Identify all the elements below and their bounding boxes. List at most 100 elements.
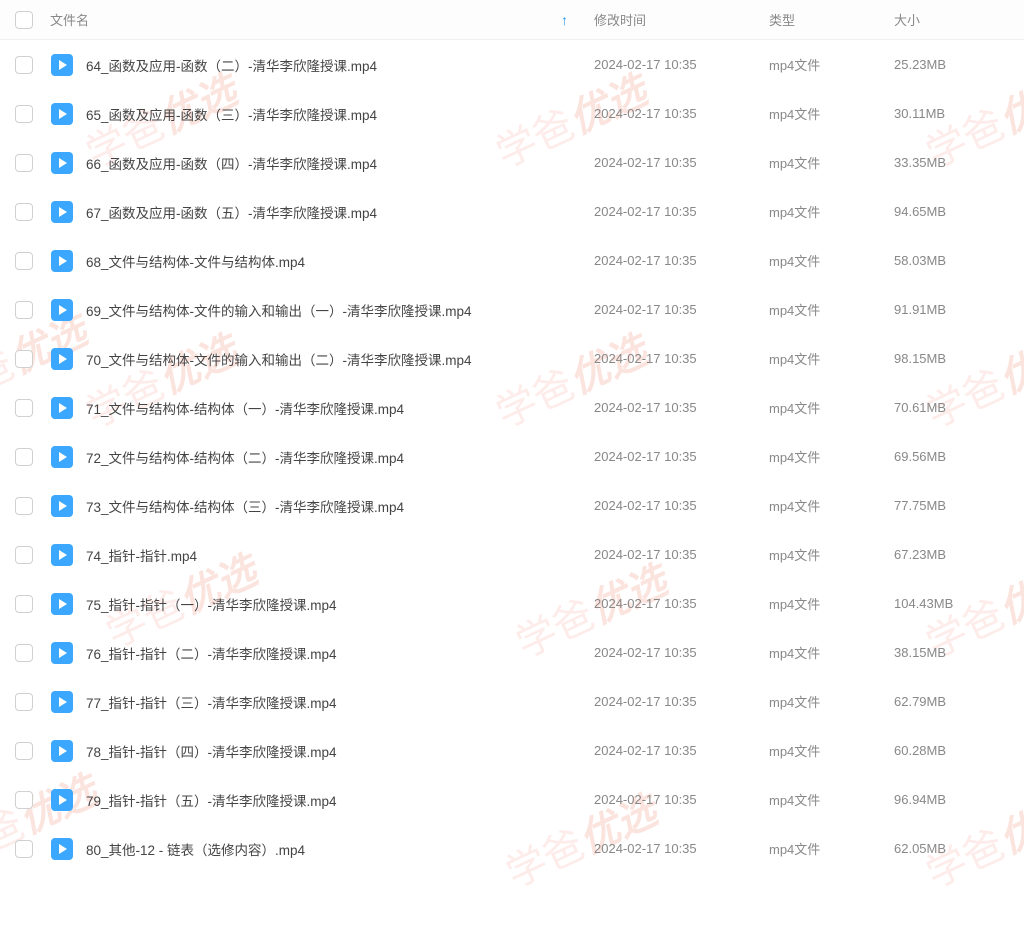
file-date: 2024-02-17 10:35 bbox=[594, 498, 769, 513]
file-date: 2024-02-17 10:35 bbox=[594, 596, 769, 611]
row-checkbox-cell bbox=[15, 350, 50, 368]
file-size: 62.79MB bbox=[894, 694, 1009, 709]
row-checkbox-cell bbox=[15, 56, 50, 74]
file-row[interactable]: 64_函数及应用-函数（二）-清华李欣隆授课.mp42024-02-17 10:… bbox=[0, 40, 1024, 89]
row-checkbox[interactable] bbox=[15, 252, 33, 270]
file-row[interactable]: 75_指针-指针（一）-清华李欣隆授课.mp4 2024-02-17 10:35m… bbox=[0, 579, 1024, 628]
file-name-cell: 79_指针-指针（五）-清华李欣隆授课.mp4 bbox=[50, 788, 594, 812]
file-size: 77.75MB bbox=[894, 498, 1009, 513]
row-checkbox-cell bbox=[15, 301, 50, 319]
file-name-text: 73_文件与结构体-结构体（三）-清华李欣隆授课.mp4 bbox=[86, 496, 404, 516]
file-date: 2024-02-17 10:35 bbox=[594, 351, 769, 366]
video-file-icon bbox=[50, 298, 74, 322]
file-row[interactable]: 77_指针-指针（三）-清华李欣隆授课.mp42024-02-17 10:35m… bbox=[0, 677, 1024, 726]
row-checkbox-cell bbox=[15, 693, 50, 711]
table-header: 文件名 ↑ 修改时间 类型 大小 bbox=[0, 0, 1024, 40]
video-file-icon bbox=[50, 788, 74, 812]
file-size: 60.28MB bbox=[894, 743, 1009, 758]
file-name-cell: 73_文件与结构体-结构体（三）-清华李欣隆授课.mp4 bbox=[50, 494, 594, 518]
column-size-label: 大小 bbox=[894, 13, 920, 28]
video-file-icon bbox=[50, 53, 74, 77]
file-date: 2024-02-17 10:35 bbox=[594, 792, 769, 807]
column-header-date[interactable]: 修改时间 bbox=[594, 10, 769, 29]
file-date: 2024-02-17 10:35 bbox=[594, 841, 769, 856]
file-row[interactable]: 80_其他-12 - 链表（选修内容）.mp42024-02-17 10:35m… bbox=[0, 824, 1024, 873]
file-row[interactable]: 71_文件与结构体-结构体（一）-清华李欣隆授课.mp42024-02-17 1… bbox=[0, 383, 1024, 432]
video-file-icon bbox=[50, 347, 74, 371]
video-file-icon bbox=[50, 445, 74, 469]
row-checkbox[interactable] bbox=[15, 644, 33, 662]
file-size: 91.91MB bbox=[894, 302, 1009, 317]
column-header-name[interactable]: 文件名 ↑ bbox=[50, 10, 594, 29]
file-name-cell: 66_函数及应用-函数（四）-清华李欣隆授课.mp4 bbox=[50, 151, 594, 175]
file-type: mp4文件 bbox=[769, 496, 894, 515]
row-checkbox[interactable] bbox=[15, 742, 33, 760]
row-checkbox-cell bbox=[15, 399, 50, 417]
file-name-cell: 80_其他-12 - 链表（选修内容）.mp4 bbox=[50, 837, 594, 861]
file-type: mp4文件 bbox=[769, 104, 894, 123]
file-name-text: 67_函数及应用-函数（五）-清华李欣隆授课.mp4 bbox=[86, 202, 377, 222]
row-checkbox[interactable] bbox=[15, 105, 33, 123]
file-list-table: 文件名 ↑ 修改时间 类型 大小 64_函数及应用-函数（二）-清华李欣隆授课.… bbox=[0, 0, 1024, 873]
file-name-text: 71_文件与结构体-结构体（一）-清华李欣隆授课.mp4 bbox=[86, 398, 404, 418]
video-file-icon bbox=[50, 494, 74, 518]
file-date: 2024-02-17 10:35 bbox=[594, 155, 769, 170]
file-row[interactable]: 72_文件与结构体-结构体（二）-清华李欣隆授课.mp42024-02-17 1… bbox=[0, 432, 1024, 481]
file-type: mp4文件 bbox=[769, 55, 894, 74]
file-type: mp4文件 bbox=[769, 594, 894, 613]
row-checkbox[interactable] bbox=[15, 595, 33, 613]
file-date: 2024-02-17 10:35 bbox=[594, 302, 769, 317]
file-row[interactable]: 68_文件与结构体-文件与结构体.mp42024-02-17 10:35mp4文… bbox=[0, 236, 1024, 285]
file-size: 62.05MB bbox=[894, 841, 1009, 856]
file-row[interactable]: 70_文件与结构体-文件的输入和输出（二）-清华李欣隆授课.mp42024-02… bbox=[0, 334, 1024, 383]
video-file-icon bbox=[50, 641, 74, 665]
row-checkbox-cell bbox=[15, 742, 50, 760]
file-name-text: 75_指针-指针（一）-清华李欣隆授课.mp4 bbox=[86, 594, 337, 614]
row-checkbox-cell bbox=[15, 546, 50, 564]
file-name-text: 76_指针-指针（二）-清华李欣隆授课.mp4 bbox=[86, 643, 337, 663]
row-checkbox[interactable] bbox=[15, 203, 33, 221]
row-checkbox[interactable] bbox=[15, 154, 33, 172]
file-rows-container: 64_函数及应用-函数（二）-清华李欣隆授课.mp42024-02-17 10:… bbox=[0, 40, 1024, 873]
header-checkbox-cell bbox=[15, 11, 50, 29]
row-checkbox[interactable] bbox=[15, 399, 33, 417]
file-type: mp4文件 bbox=[769, 251, 894, 270]
file-size: 69.56MB bbox=[894, 449, 1009, 464]
file-row[interactable]: 76_指针-指针（二）-清华李欣隆授课.mp42024-02-17 10:35m… bbox=[0, 628, 1024, 677]
file-row[interactable]: 67_函数及应用-函数（五）-清华李欣隆授课.mp4 2024-02-17 10:… bbox=[0, 187, 1024, 236]
row-checkbox[interactable] bbox=[15, 546, 33, 564]
file-row[interactable]: 78_指针-指针（四）-清华李欣隆授课.mp42024-02-17 10:35m… bbox=[0, 726, 1024, 775]
file-type: mp4文件 bbox=[769, 545, 894, 564]
file-size: 58.03MB bbox=[894, 253, 1009, 268]
row-checkbox[interactable] bbox=[15, 791, 33, 809]
file-size: 38.15MB bbox=[894, 645, 1009, 660]
row-checkbox[interactable] bbox=[15, 350, 33, 368]
row-checkbox[interactable] bbox=[15, 497, 33, 515]
file-type: mp4文件 bbox=[769, 349, 894, 368]
file-row[interactable]: 74_指针-指针.mp42024-02-17 10:35mp4文件67.23MB bbox=[0, 530, 1024, 579]
column-header-size[interactable]: 大小 bbox=[894, 10, 1009, 29]
file-size: 25.23MB bbox=[894, 57, 1009, 72]
file-name-cell: 76_指针-指针（二）-清华李欣隆授课.mp4 bbox=[50, 641, 594, 665]
file-row[interactable]: 79_指针-指针（五）-清华李欣隆授课.mp42024-02-17 10:35m… bbox=[0, 775, 1024, 824]
row-checkbox[interactable] bbox=[15, 301, 33, 319]
video-file-icon bbox=[50, 592, 74, 616]
file-date: 2024-02-17 10:35 bbox=[594, 645, 769, 660]
file-row[interactable]: 69_文件与结构体-文件的输入和输出（一）-清华李欣隆授课.mp4 2024-02… bbox=[0, 285, 1024, 334]
file-row[interactable]: 66_函数及应用-函数（四）-清华李欣隆授课.mp42024-02-17 10:… bbox=[0, 138, 1024, 187]
file-type: mp4文件 bbox=[769, 153, 894, 172]
file-row[interactable]: 73_文件与结构体-结构体（三）-清华李欣隆授课.mp4 2024-02-17 1… bbox=[0, 481, 1024, 530]
row-checkbox[interactable] bbox=[15, 448, 33, 466]
row-checkbox[interactable] bbox=[15, 693, 33, 711]
row-checkbox[interactable] bbox=[15, 56, 33, 74]
file-date: 2024-02-17 10:35 bbox=[594, 547, 769, 562]
file-date: 2024-02-17 10:35 bbox=[594, 204, 769, 219]
file-row[interactable]: 65_函数及应用-函数（三）-清华李欣隆授课.mp42024-02-17 10:… bbox=[0, 89, 1024, 138]
select-all-checkbox[interactable] bbox=[15, 11, 33, 29]
file-size: 67.23MB bbox=[894, 547, 1009, 562]
file-size: 98.15MB bbox=[894, 351, 1009, 366]
row-checkbox-cell bbox=[15, 644, 50, 662]
column-header-type[interactable]: 类型 bbox=[769, 10, 894, 29]
row-checkbox[interactable] bbox=[15, 840, 33, 858]
file-name-text: 69_文件与结构体-文件的输入和输出（一）-清华李欣隆授课.mp4 bbox=[86, 300, 472, 320]
